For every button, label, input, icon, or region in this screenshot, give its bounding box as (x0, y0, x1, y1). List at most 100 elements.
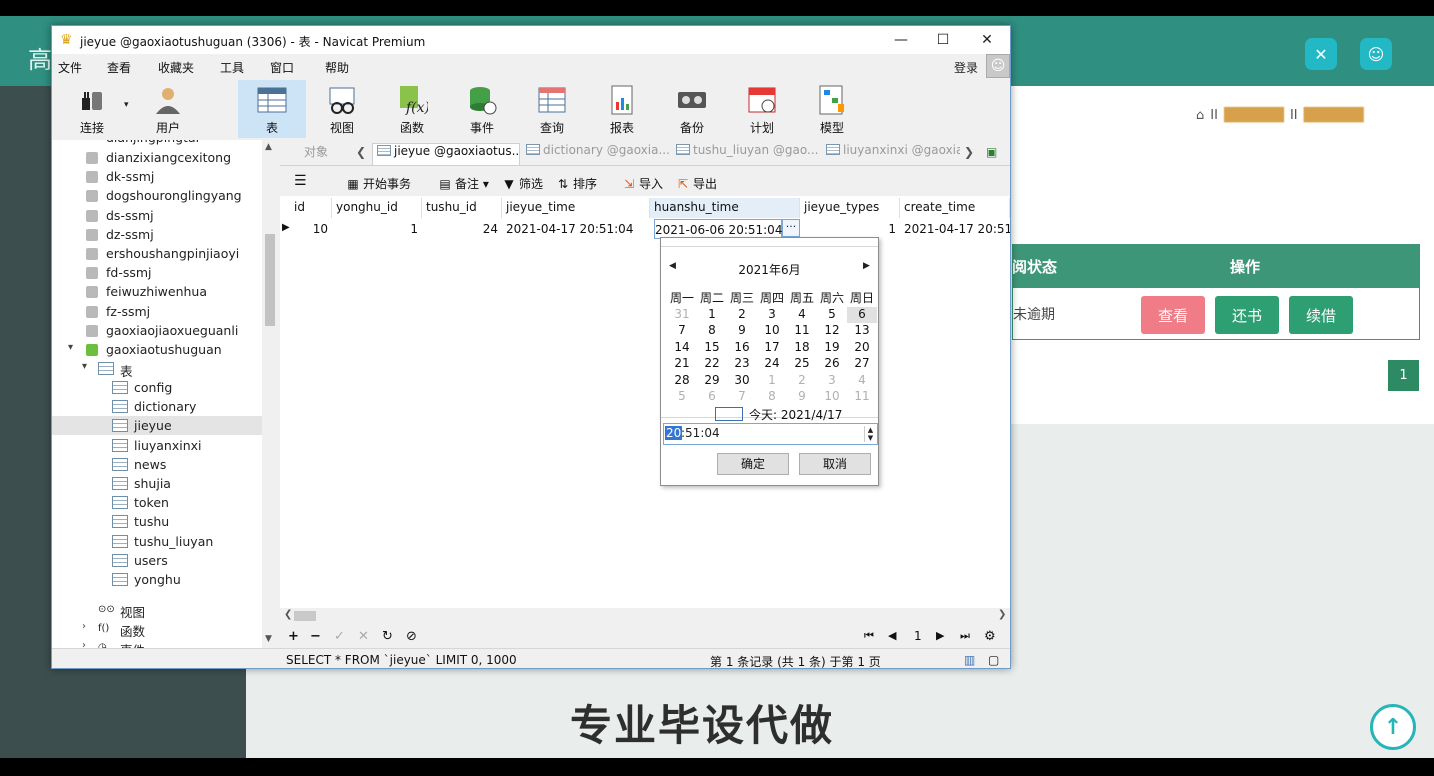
calendar-day[interactable]: 26 (817, 356, 847, 372)
toolbar-backup[interactable]: 备份 (658, 80, 726, 138)
calendar-day[interactable]: 4 (847, 373, 877, 389)
calendar-day[interactable]: 14 (667, 340, 697, 356)
next-month-icon[interactable]: ▶ (863, 261, 870, 271)
tab-tushu-liuyan[interactable]: tushu_liuyan @gao... (672, 143, 820, 165)
renew-button[interactable]: 续借 (1289, 296, 1353, 334)
tree-functions-node[interactable]: › f() 函数 (52, 619, 262, 639)
tree-db-item[interactable]: feiwuzhiwenhua (52, 282, 262, 301)
menu-tools[interactable]: 工具 (220, 59, 244, 76)
user-icon[interactable]: ☺ (1360, 38, 1392, 70)
calendar-day[interactable]: 20 (847, 340, 877, 356)
breadcrumb-item[interactable]: ██████ (1304, 108, 1364, 123)
calendar-day[interactable]: 11 (847, 389, 877, 405)
scroll-top-icon[interactable]: ↑ (1370, 704, 1416, 750)
cell-create-time[interactable]: 2021-04-17 20:51:0 (904, 219, 1010, 239)
calendar-day[interactable]: 23 (727, 356, 757, 372)
cell-jieyue-types[interactable]: 1 (800, 219, 900, 239)
note-button[interactable]: ▤ 备注 ▾ (438, 175, 489, 192)
calendar-day[interactable]: 2 (787, 373, 817, 389)
calendar-day[interactable]: 12 (817, 323, 847, 339)
calendar-day[interactable]: 10 (817, 389, 847, 405)
tree-table-item[interactable]: tushu_liuyan (52, 532, 262, 551)
tree-scrollbar[interactable]: ▲ ▼ (262, 140, 278, 648)
first-page-icon[interactable]: ⏮ (864, 629, 874, 643)
tree-table-item[interactable]: users (52, 551, 262, 570)
toolbar-table[interactable]: 表 (238, 80, 306, 138)
tree-tables-node[interactable]: ▾ 表 (52, 359, 262, 379)
tree-views-node[interactable]: ⊙⊙ 视图 (52, 600, 262, 620)
begin-transaction-button[interactable]: ▦ 开始事务 (346, 175, 411, 192)
chevron-right-icon[interactable]: › (82, 621, 86, 632)
calendar-day[interactable]: 27 (847, 356, 877, 372)
return-book-button[interactable]: 还书 (1215, 296, 1279, 334)
column-header-huanshu-time[interactable]: huanshu_time (650, 198, 800, 218)
cell-id[interactable]: 10 (290, 219, 332, 239)
calendar-day[interactable]: 1 (697, 307, 727, 323)
cell-jieyue-time[interactable]: 2021-04-17 20:51:04 (506, 219, 650, 239)
calendar-day[interactable]: 16 (727, 340, 757, 356)
ok-button[interactable]: 确定 (717, 453, 789, 475)
cell-yonghu-id[interactable]: 1 (332, 219, 422, 239)
breadcrumb-item[interactable]: ██████ (1224, 108, 1284, 123)
tree-db-item[interactable]: dogshouronglingyang (52, 186, 262, 205)
calendar-day[interactable]: 6 (847, 307, 877, 323)
column-header-jieyue-time[interactable]: jieyue_time (502, 198, 650, 218)
detail-view-icon[interactable]: ▢ (988, 653, 999, 667)
maximize-button[interactable]: ☐ (930, 30, 956, 50)
tree-table-item[interactable]: token (52, 493, 262, 512)
menu-icon[interactable]: ☰ (294, 173, 307, 189)
cancel-button[interactable]: 取消 (799, 453, 871, 475)
calendar-day[interactable]: 28 (667, 373, 697, 389)
tree-table-item[interactable]: tushu (52, 512, 262, 531)
calendar-day[interactable]: 15 (697, 340, 727, 356)
calendar-day[interactable]: 19 (817, 340, 847, 356)
title-bar[interactable]: ♛ jieyue @gaoxiaotushuguan (3306) - 表 - … (52, 26, 1010, 54)
tree-db-item[interactable]: dz-ssmj (52, 225, 262, 244)
refresh-icon[interactable]: ↻ (382, 629, 393, 644)
toolbar-view[interactable]: 视图 (308, 80, 376, 138)
fullscreen-icon[interactable]: ✕ (1305, 38, 1337, 70)
chevron-right-icon[interactable]: › (82, 640, 86, 648)
calendar-day[interactable]: 25 (787, 356, 817, 372)
toolbar-connection[interactable]: 连接 (58, 80, 126, 138)
form-view-icon[interactable]: ▥ (964, 653, 975, 667)
menu-favorites[interactable]: 收藏夹 (158, 59, 194, 76)
prev-page-icon[interactable]: ◀ (888, 629, 896, 642)
minimize-button[interactable]: — (888, 30, 914, 50)
chevron-down-icon[interactable]: ▾ (68, 342, 73, 353)
import-button[interactable]: ⇲ 导入 (622, 175, 663, 192)
sort-button[interactable]: ⇅ 排序 (556, 175, 597, 192)
tree-table-item[interactable]: news (52, 455, 262, 474)
last-page-icon[interactable]: ⏭ (960, 629, 970, 643)
calendar-day[interactable]: 5 (817, 307, 847, 323)
scroll-left-icon[interactable]: ❮ (284, 609, 292, 620)
calendar-day[interactable]: 24 (757, 356, 787, 372)
calendar-day[interactable]: 1 (757, 373, 787, 389)
tree-db-item[interactable]: dianzixiangcexitong (52, 148, 262, 167)
time-spinner[interactable]: ▲ ▼ (864, 426, 876, 442)
toolbar-model[interactable]: 模型 (798, 80, 866, 138)
column-header-id[interactable]: id (290, 198, 332, 218)
tree-db-item[interactable]: ershoushangpinjiaoyi (52, 244, 262, 263)
new-tab-icon[interactable]: ▣ (986, 145, 997, 159)
column-header-jieyue-types[interactable]: jieyue_types (800, 198, 900, 218)
chevron-left-icon[interactable]: ❮ (356, 145, 366, 159)
scroll-right-icon[interactable]: ❯ (998, 609, 1006, 620)
menu-window[interactable]: 窗口 (270, 59, 294, 76)
calendar-day[interactable]: 6 (697, 389, 727, 405)
tree-table-item[interactable]: jieyue (52, 416, 262, 436)
stop-icon[interactable]: ⊘ (406, 629, 417, 644)
chevron-right-icon[interactable]: ❯ (964, 145, 974, 159)
calendar-day[interactable]: 3 (817, 373, 847, 389)
calendar-day[interactable]: 9 (787, 389, 817, 405)
discard-icon[interactable]: ✕ (358, 629, 369, 644)
toolbar-function[interactable]: f(x) 函数 (378, 80, 446, 138)
calendar-day[interactable]: 21 (667, 356, 697, 372)
calendar-day[interactable]: 7 (667, 323, 697, 339)
view-button[interactable]: 查看 (1141, 296, 1205, 334)
tree-table-item[interactable]: config (52, 378, 262, 397)
time-input[interactable]: 20 :51:04 ▲ ▼ (663, 423, 878, 445)
apply-icon[interactable]: ✓ (334, 629, 345, 644)
tree-db-item[interactable]: fz-ssmj (52, 302, 262, 321)
tree-db-item[interactable]: fd-ssmj (52, 263, 262, 282)
